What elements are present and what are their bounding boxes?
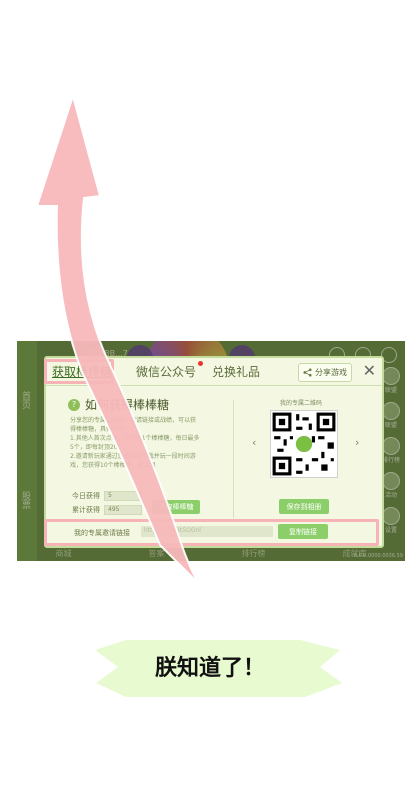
dismiss-banner[interactable]: 朕知道了！ xyxy=(0,650,420,682)
tutorial-screen: 首页 股票 BOBBB...7 联盟 联盟 排行榜 活动 设置 商城 答案 排行… xyxy=(0,0,420,800)
